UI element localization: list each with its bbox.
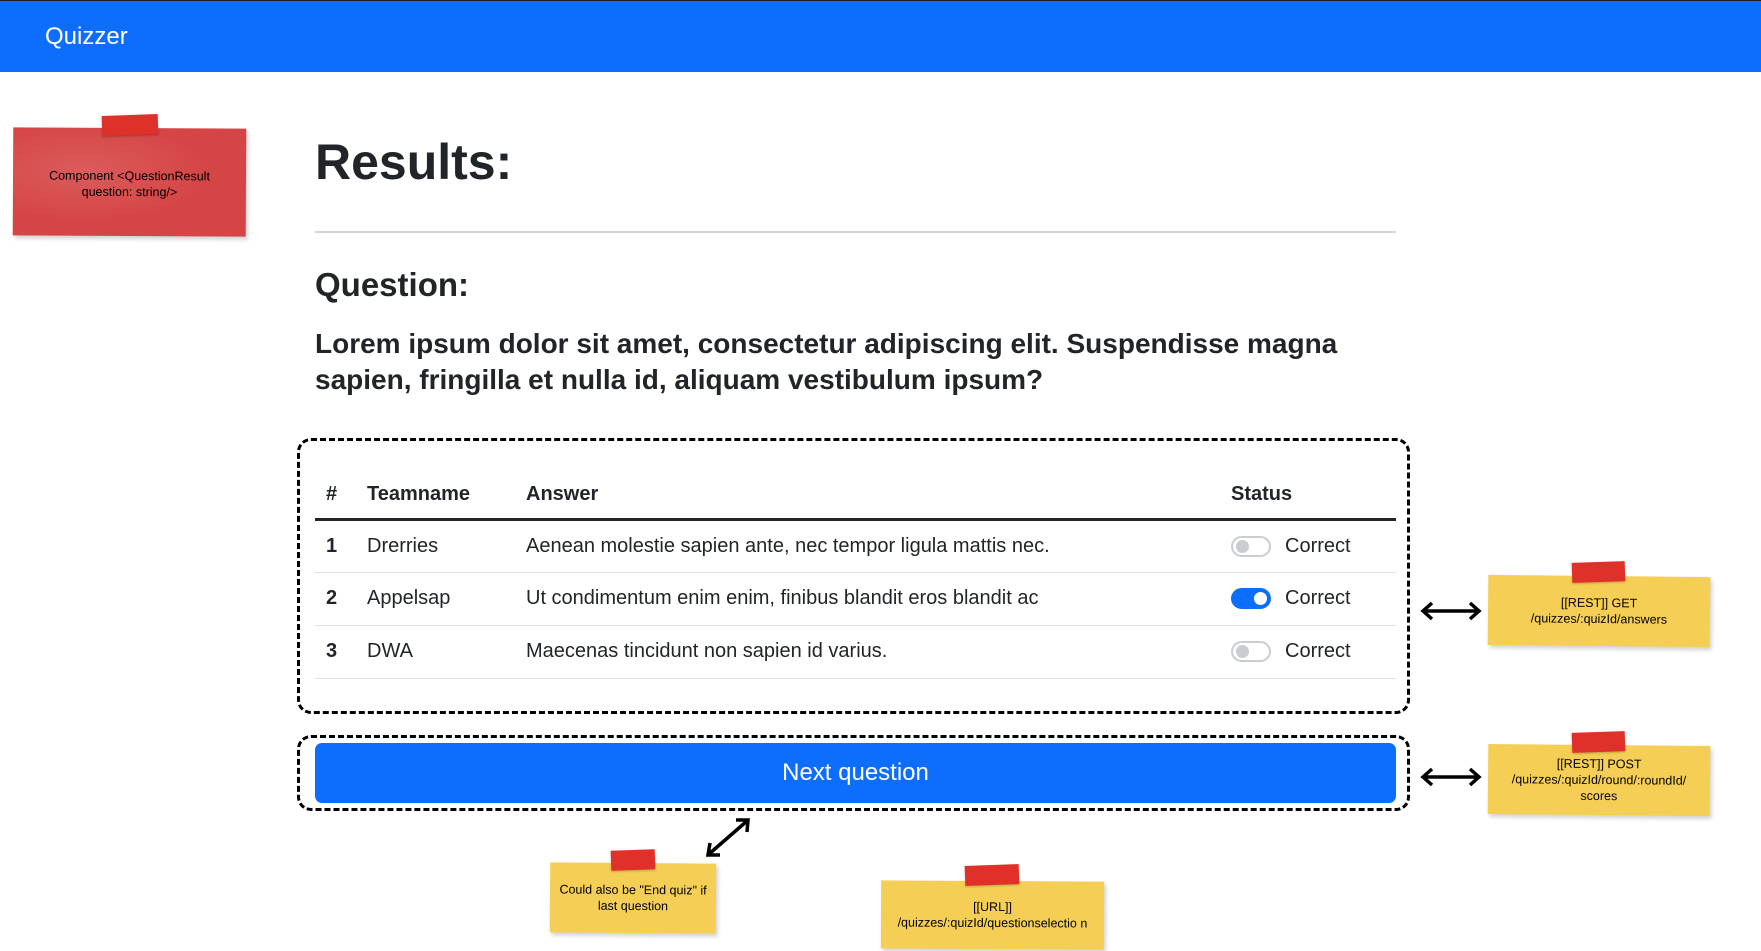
toggle-label: Correct [1285,534,1351,557]
row-teamname: Drerries [367,519,526,573]
tape [1571,731,1626,753]
table-row: 1 Drerries Aenean molestie sapien ante, … [315,519,1396,573]
url-sticky-note: [[URL]] /quizzes/:quizId/questionselecti… [880,880,1105,950]
row-answer: Maecenas tincidunt non sapien id varius. [526,625,1231,679]
col-header-number: # [315,467,367,521]
navbar: Quizzer [0,0,1761,72]
row-status: Correct [1231,625,1396,679]
tape [964,864,1020,886]
rest-post-note-text: [[REST]] POST /quizzes/:quizId/round/:ro… [1511,756,1687,804]
row-number: 1 [315,519,367,573]
question-text: Lorem ipsum dolor sit amet, consectetur … [315,328,1338,395]
rest-post-sticky-note: [[REST]] POST /quizzes/:quizId/round/:ro… [1487,744,1711,816]
row-number: 3 [315,625,367,679]
url-note-text: [[URL]] /quizzes/:quizId/questionselecti… [897,899,1088,931]
question-label: Question: [315,266,469,303]
row-teamname: DWA [367,625,526,679]
correct-toggle[interactable] [1231,535,1271,557]
row-number: 2 [315,572,367,626]
row-answer: Ut condimentum enim enim, finibus blandi… [526,572,1231,626]
row-status: Correct [1231,519,1396,573]
rest-get-sticky-note: [[REST]] GET /quizzes/:quizId/answers [1487,574,1711,648]
end-quiz-sticky-note: Could also be "End quiz" if last questio… [549,862,717,934]
end-quiz-note-text: Could also be "End quiz" if last questio… [559,882,707,914]
table-row: 2 Appelsap Ut condimentum enim enim, fin… [315,572,1396,626]
rest-get-note-text: [[REST]] GET /quizzes/:quizId/answers [1530,595,1668,627]
table-row: 3 DWA Maecenas tincidunt non sapien id v… [315,625,1396,679]
component-sticky-note: Component <QuestionResult question: stri… [12,127,247,237]
results-table: # Teamname Answer Status 1 Drerries Aene… [315,467,1396,679]
col-header-teamname: Teamname [367,467,526,521]
divider [315,231,1396,233]
tape [101,114,159,136]
double-arrow-icon [1420,601,1482,621]
component-note-text: Component <QuestionResult question: stri… [49,168,210,200]
page-title: Results: [315,134,513,190]
row-status: Correct [1231,572,1396,626]
toggle-label: Correct [1285,587,1351,609]
double-arrow-icon [1420,767,1482,787]
col-header-answer: Answer [526,467,1231,521]
col-header-status: Status [1231,467,1396,521]
row-answer: Aenean molestie sapien ante, nec tempor … [526,519,1231,573]
correct-toggle[interactable] [1231,641,1271,662]
row-teamname: Appelsap [367,572,526,626]
toggle-label: Correct [1285,640,1351,662]
correct-toggle[interactable] [1231,588,1271,609]
diagonal-double-arrow-icon [705,818,750,857]
tape [1571,561,1626,583]
brand-logo[interactable]: Quizzer [45,23,128,51]
next-question-button[interactable]: Next question [315,743,1396,803]
tape [610,849,656,871]
table-header-row: # Teamname Answer Status [315,467,1396,521]
